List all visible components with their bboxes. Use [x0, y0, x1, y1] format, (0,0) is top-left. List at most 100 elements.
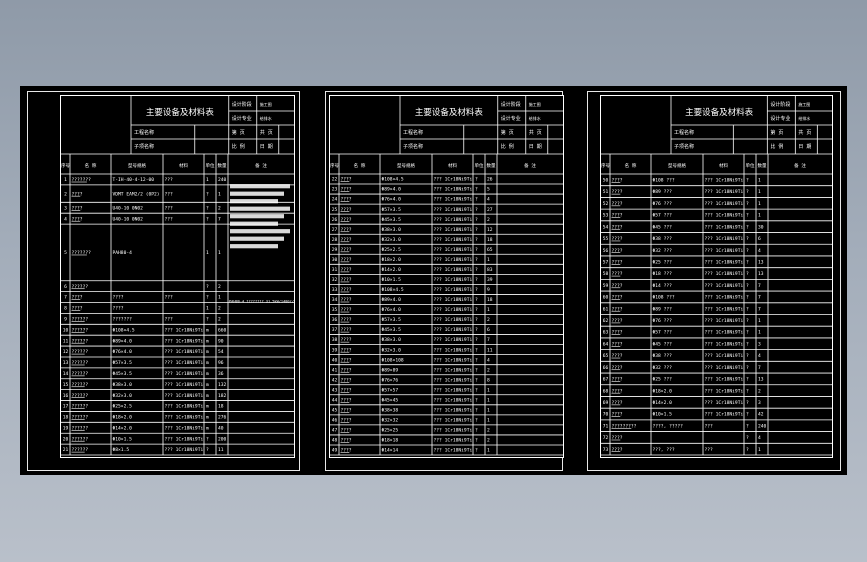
table-cell: 30: [332, 257, 338, 263]
table-row[interactable]: 44???? Φ45×45??? 1Cr18Ni9Ti? 1: [330, 397, 563, 406]
table-row[interactable]: 9????????????????? 2: [61, 317, 294, 325]
table-row[interactable]: 72????? 4: [601, 435, 832, 444]
table-row[interactable]: 28???? Φ32×3.0??? 1Cr18Ni9Ti? 18: [330, 237, 563, 245]
table-row[interactable]: 65???? Φ38 ?????? 1Cr18Ni9Ti? 4: [601, 353, 832, 362]
table-row[interactable]: 45???? Φ38×38??? 1Cr18Ni9Ti? 1: [330, 407, 563, 416]
table-cell: 59: [603, 283, 609, 289]
table-row[interactable]: 47???? Φ25×25??? 1Cr18Ni9Ti? 2: [330, 428, 563, 436]
table-row[interactable]: 34???? Φ89×4.0??? 1Cr18Ni9Ti? 18: [330, 297, 563, 305]
table-row[interactable]: 48???? Φ18×18??? 1Cr18Ni9Ti? 2: [330, 438, 563, 446]
table-row[interactable]: 71?????????????, ????????? 240: [601, 423, 832, 432]
table-row[interactable]: 67???? Φ25 ?????? 1Cr18Ni9Ti? 13: [601, 377, 832, 386]
table-row[interactable]: 24???? Φ76×4.0??? 1Cr18Ni9Ti? 4: [330, 197, 563, 205]
table-cell: 18: [487, 237, 493, 243]
table-row[interactable]: 66???? Φ32 ?????? 1Cr18Ni9Ti? 7: [601, 365, 832, 374]
table-row[interactable]: 52???? Φ76 ?????? 1Cr18Ni9Ti? 1: [601, 201, 832, 210]
table-row[interactable]: 36???? Φ57×3.5??? 1Cr18Ni9Ti? 2: [330, 317, 563, 325]
table-row[interactable]: 29???? Φ25×2.5??? 1Cr18Ni9Ti? 65: [330, 247, 563, 255]
material-sheet-3[interactable]: 主要设备及材料表 设计阶段 施工图 设计专业 给排水 工程名称 第 页 共 页子项名称 比 例 日…: [600, 95, 833, 458]
table-row[interactable]: 57???? Φ25 ?????? 1Cr18Ni9Ti? 13: [601, 259, 832, 269]
table-cell: ?: [475, 428, 478, 434]
table-row[interactable]: 20?????? Φ10×1.5??? 1Cr18Ni9Ti? 200: [61, 436, 294, 445]
table-cell: Φ32×3.0: [113, 393, 133, 399]
table-row[interactable]: 35???? Φ76×4.0??? 1Cr18Ni9Ti? 1: [330, 307, 563, 315]
table-row[interactable]: 25???? Φ57×3.5??? 1Cr18Ni9Ti? 27: [330, 207, 563, 215]
cad-viewport[interactable]: 主要设备及材料表 设计阶段 施工图 设计专业 给排水 工程名称 第 页 共 页子项名称 比 例 日…: [20, 86, 847, 475]
table-row[interactable]: 51???? Φ89 ?????? 1Cr18Ni9Ti? 1: [601, 189, 832, 198]
table-row[interactable]: 10?????? Φ108×4.5??? 1Cr18Ni9Ti m 660: [61, 327, 294, 336]
table-row[interactable]: 22???? Φ108×4.5??? 1Cr18Ni9Ti? 26: [330, 177, 563, 185]
table-row[interactable]: 49???? Φ14×14??? 1Cr18Ni9Ti? 1: [330, 448, 563, 456]
table-row[interactable]: 53???? Φ57 ?????? 1Cr18Ni9Ti? 1: [601, 213, 832, 222]
table-cell: 83: [487, 267, 493, 273]
table-row[interactable]: 37???? Φ45×3.5??? 1Cr18Ni9Ti? 6: [330, 327, 563, 335]
table-row[interactable]: 46???? Φ32×32??? 1Cr18Ni9Ti? 1: [330, 418, 563, 426]
table-row[interactable]: 39???? Φ32×3.0??? 1Cr18Ni9Ti? 11: [330, 347, 563, 356]
table-row[interactable]: 15?????? Φ38×3.0??? 1Cr18Ni9Ti m 132: [61, 382, 294, 391]
table-row[interactable]: 16?????? Φ32×3.0??? 1Cr18Ni9Ti m 182: [61, 393, 294, 401]
table-row[interactable]: 12?????? Φ76×4.0??? 1Cr18Ni9Ti m 54: [61, 349, 294, 358]
table-cell: ????: [113, 295, 124, 301]
table-cell: 63: [603, 330, 609, 336]
table-row[interactable]: 40???? Φ108×108??? 1Cr18Ni9Ti? 4: [330, 357, 563, 366]
table-row[interactable]: 70???? Φ10×1.5??? 1Cr18Ni9Ti? 42: [601, 412, 832, 421]
table-row[interactable]: 63???? Φ57 ?????? 1Cr18Ni9Ti? 1: [601, 330, 832, 339]
table-row[interactable]: 13?????? Φ57×3.5??? 1Cr18Ni9Ti m 96: [61, 360, 294, 369]
table-cell: ??? 1Cr18Ni9Ti: [434, 287, 473, 293]
table-row[interactable]: 31???? Φ14×2.0??? 1Cr18Ni9Ti? 83: [330, 267, 563, 275]
table-row[interactable]: 23???? Φ89×4.0??? 1Cr18Ni9Ti? 5: [330, 187, 563, 195]
table-row[interactable]: 19?????? Φ14×2.0??? 1Cr18Ni9Ti m 40: [61, 425, 294, 434]
table-cell: ??? 1Cr18Ni9Ti: [434, 217, 473, 223]
table-cell: ?: [206, 436, 209, 442]
table-cell: Φ18 ???: [653, 271, 673, 277]
column-header: 型号规格: [397, 162, 415, 169]
table-cell: Φ45×3.5: [382, 217, 402, 223]
material-sheet-2[interactable]: 主要设备及材料表 设计阶段 施工图 设计专业 给排水 工程名称 第 页 共 页子项名称 比 例 日…: [329, 95, 564, 458]
table-row[interactable]: 69???? Φ14×2.0??? 1Cr18Ni9Ti? 3: [601, 400, 832, 409]
table-row[interactable]: 64???? Φ45 ?????? 1Cr18Ni9Ti? 3: [601, 341, 832, 351]
table-row[interactable]: 26???? Φ45×3.5??? 1Cr18Ni9Ti? 2: [330, 217, 563, 225]
table-row[interactable]: 42???? Φ76×76??? 1Cr18Ni9Ti? 8: [330, 377, 563, 386]
table-cell: 65: [487, 247, 493, 253]
table-cell: Φ57×57: [382, 387, 399, 393]
table-row[interactable]: 59???? Φ14 ?????? 1Cr18Ni9Ti? 7: [601, 283, 832, 292]
table-row[interactable]: 14?????? Φ45×3.5??? 1Cr18Ni9Ti m 36: [61, 371, 294, 380]
table-row[interactable]: 33???? Φ108×4.5??? 1Cr18Ni9Ti? 9: [330, 287, 563, 295]
table-row[interactable]: 41???? Φ89×89??? 1Cr18Ni9Ti? 2: [330, 367, 563, 376]
table-row[interactable]: 73???????, ??????? 1: [601, 447, 832, 456]
title-block-label: 工程名称: [134, 129, 154, 136]
table-row[interactable]: 62???? Φ76 ?????? 1Cr18Ni9Ti? 1: [601, 318, 832, 327]
table-row[interactable]: 17?????? Φ25×2.5??? 1Cr18Ni9Ti m 18: [61, 404, 294, 412]
table-row[interactable]: 1??????? T-IH-40-4-12-00??? 1 240: [61, 177, 294, 186]
material-sheet-1[interactable]: 主要设备及材料表 设计阶段 施工图 设计专业 给排水 工程名称 第 页 共 页子项名称 比 例 日…: [60, 95, 295, 458]
table-cell: ??? 1Cr18Ni9Ti: [434, 367, 473, 373]
table-row[interactable]: 61???? Φ89 ?????? 1Cr18Ni9Ti? 7: [601, 306, 832, 315]
table-row[interactable]: 56???? Φ32 ?????? 1Cr18Ni9Ti? 4: [601, 248, 832, 257]
table-cell: ??? 1Cr18Ni9Ti: [434, 267, 473, 273]
table-row[interactable]: 50???? Φ108 ?????? 1Cr18Ni9Ti? 1: [601, 178, 832, 187]
table-row[interactable]: 27???? Φ38×3.0??? 1Cr18Ni9Ti? 12: [330, 227, 563, 235]
table-cell: 38: [332, 337, 338, 343]
table-cell: ??? 1Cr18Ni9Ti: [165, 447, 204, 453]
table-cell: ?: [746, 283, 749, 289]
table-cell: Φ45×3.5: [382, 327, 402, 333]
table-row[interactable]: 68???? Φ18×2.0??? 1Cr18Ni9Ti? 2: [601, 388, 832, 397]
table-cell: Φ89 ???: [653, 306, 673, 312]
table-row[interactable]: 54???? Φ45 ?????? 1Cr18Ni9Ti? 30: [601, 224, 832, 233]
table-row[interactable]: 30???? Φ18×2.0??? 1Cr18Ni9Ti? 1: [330, 257, 563, 265]
table-row[interactable]: 60???? Φ108 ?????? 1Cr18Ni9Ti? 7: [601, 295, 832, 304]
column-header: 备 注: [524, 162, 536, 169]
table-row[interactable]: 55???? Φ38 ?????? 1Cr18Ni9Ti? 6: [601, 236, 832, 245]
table-row[interactable]: 6??????? 2: [61, 284, 294, 293]
table-row[interactable]: 18?????? Φ18×2.0??? 1Cr18Ni9Ti m 276: [61, 415, 294, 423]
table-row[interactable]: 58???? Φ18 ?????? 1Cr18Ni9Ti? 13: [601, 271, 832, 280]
table-cell: 70: [603, 412, 609, 418]
table-row[interactable]: 21?????? Φ8×1.5??? 1Cr18Ni9Ti? 11: [61, 447, 294, 456]
table-row[interactable]: 38???? Φ38×3.0??? 1Cr18Ni9Ti? 7: [330, 337, 563, 346]
table-cell: ??? 1Cr18Ni9Ti: [705, 306, 744, 312]
table-row[interactable]: 5??????? PAH80-4 1 1: [61, 250, 294, 282]
table-row[interactable]: 32???? Φ10×1.5??? 1Cr18Ni9Ti? 39: [330, 277, 563, 285]
table-row[interactable]: 11?????? Φ89×4.0??? 1Cr18Ni9Ti m 90: [61, 338, 294, 347]
table-row[interactable]: 8???????? 1 2: [61, 306, 294, 314]
table-row[interactable]: 43???? Φ57×57??? 1Cr18Ni9Ti? 1: [330, 387, 563, 396]
